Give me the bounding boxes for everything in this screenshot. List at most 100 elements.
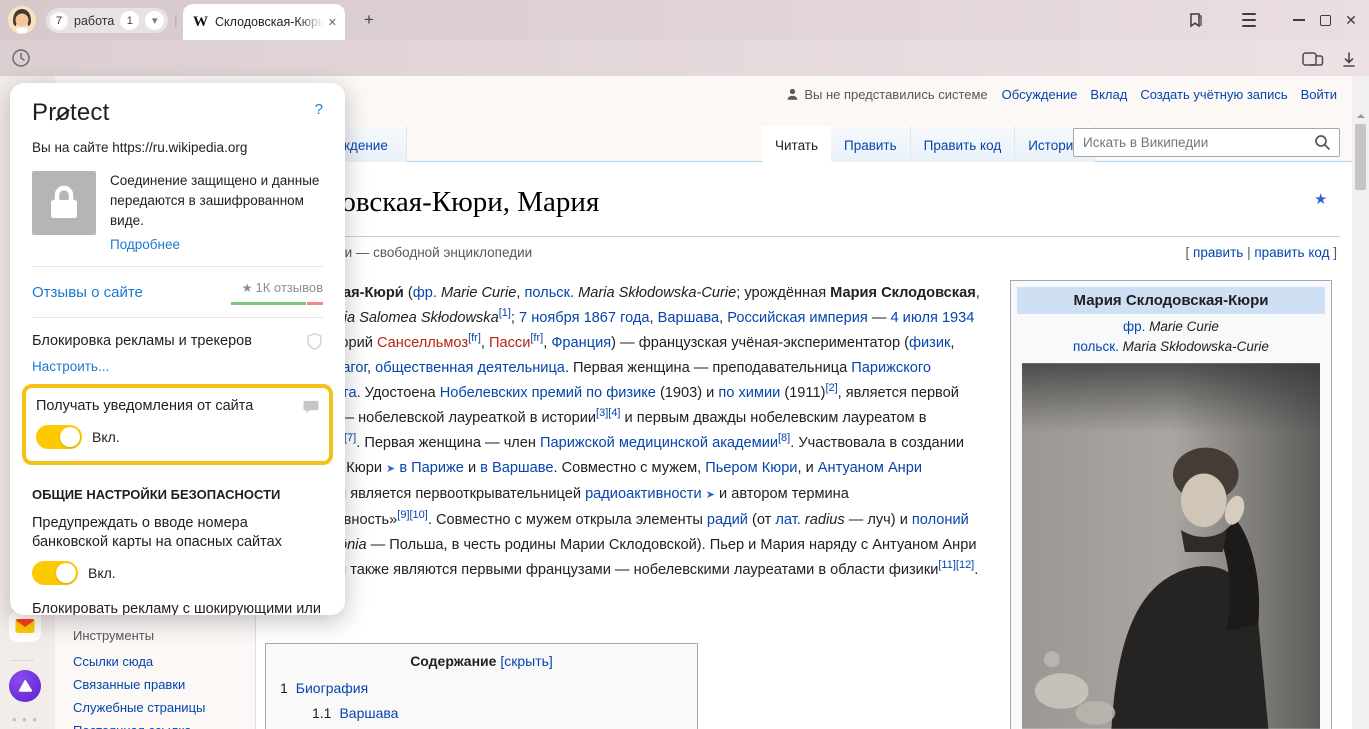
personal-link[interactable]: Войти bbox=[1301, 87, 1337, 102]
article-paragraph: Склодо́вская-Кюри́ (фр. Marie Curie, пол… bbox=[265, 281, 982, 583]
minimize-button[interactable] bbox=[1288, 9, 1310, 31]
chevron-down-icon: ▾ bbox=[152, 14, 158, 27]
reviews-summary[interactable]: ★1К отзывов bbox=[231, 279, 323, 305]
wiki-link[interactable]: Варшава bbox=[658, 310, 720, 326]
maximize-icon bbox=[1320, 15, 1331, 26]
tab-group[interactable]: 7 работа 1 ▾ bbox=[46, 8, 168, 33]
reference-link[interactable]: [1] bbox=[499, 307, 511, 319]
close-icon: ✕ bbox=[1345, 12, 1357, 29]
side-panel-button[interactable] bbox=[1300, 48, 1326, 70]
maximize-button[interactable] bbox=[1314, 9, 1336, 31]
infobox: Мария Склодовская-Кюри фр. Marie Curie п… bbox=[1010, 280, 1332, 729]
protect-title: Protect bbox=[32, 99, 109, 127]
scrollbar-thumb[interactable] bbox=[1355, 124, 1366, 190]
toc-hide-link[interactable]: [скрыть] bbox=[500, 653, 552, 669]
edit-links: [ править | править код ] bbox=[1186, 245, 1337, 260]
browser-menu-button[interactable] bbox=[1238, 9, 1260, 31]
wiki-link[interactable]: 4 июля bbox=[891, 310, 938, 326]
notifications-label: Получать уведомления от сайта bbox=[36, 397, 253, 416]
search-input[interactable] bbox=[1074, 135, 1314, 150]
title-rule bbox=[265, 236, 1340, 237]
personal-link[interactable]: Создать учётную запись bbox=[1140, 87, 1287, 102]
tab-2[interactable]: Править bbox=[831, 126, 911, 162]
bookmarks-panel-button[interactable] bbox=[1184, 9, 1206, 31]
personal-link[interactable]: Вклад bbox=[1090, 87, 1127, 102]
wiki-link[interactable]: полоний bbox=[912, 512, 969, 528]
wiki-link[interactable]: в Париже bbox=[399, 460, 464, 476]
alice-button[interactable] bbox=[9, 670, 41, 702]
wiki-link[interactable]: Парижской медицинской академии bbox=[540, 435, 778, 451]
wiki-link[interactable]: общественная деятельница bbox=[375, 360, 565, 376]
scroll-up-arrow[interactable] bbox=[1357, 110, 1365, 118]
wiki-link[interactable]: лат. bbox=[775, 512, 800, 528]
reference-link[interactable]: [fr] bbox=[468, 332, 481, 344]
play-icon[interactable]: ➤ bbox=[386, 463, 395, 475]
reference-link[interactable]: [9][10] bbox=[397, 509, 428, 521]
profile-avatar[interactable] bbox=[8, 6, 36, 34]
tab-1[interactable]: Читать bbox=[762, 126, 831, 162]
new-tab-button[interactable]: + bbox=[357, 8, 381, 32]
wiki-link[interactable]: фр. bbox=[413, 285, 437, 301]
reference-link[interactable]: [11][12] bbox=[938, 559, 974, 571]
adblock-label: Блокировка рекламы и трекеров bbox=[32, 332, 252, 351]
wiki-link[interactable]: 7 ноября bbox=[519, 310, 579, 326]
comment-icon bbox=[303, 400, 319, 414]
reference-link[interactable]: [8] bbox=[778, 432, 790, 444]
wiki-link[interactable]: по химии bbox=[718, 385, 780, 401]
reference-link[interactable]: [3][4] bbox=[596, 407, 620, 419]
red-link[interactable]: Пасси bbox=[489, 335, 530, 351]
wiki-search[interactable] bbox=[1073, 128, 1340, 157]
portrait-photo[interactable] bbox=[1022, 362, 1320, 729]
fr-label[interactable]: фр. bbox=[1123, 319, 1145, 334]
search-icon[interactable] bbox=[1314, 134, 1331, 151]
wiki-link[interactable]: Российская империя bbox=[727, 310, 868, 326]
wiki-link[interactable]: польск. bbox=[524, 285, 574, 301]
wiki-link[interactable]: в Варшаве bbox=[480, 460, 553, 476]
sidebar-link[interactable]: Постоянная ссылка bbox=[73, 723, 205, 729]
downloads-button[interactable] bbox=[1336, 48, 1362, 70]
edit-link[interactable]: править bbox=[1193, 245, 1243, 260]
play-icon[interactable]: ➤ bbox=[706, 489, 715, 501]
watch-star-icon[interactable]: ★ bbox=[1314, 190, 1327, 208]
wiki-link[interactable]: физик bbox=[909, 335, 950, 351]
reference-link[interactable]: [2] bbox=[825, 382, 837, 394]
text: (1911) bbox=[780, 385, 825, 401]
tab-3[interactable]: Править код bbox=[911, 126, 1016, 162]
sidebar-link[interactable]: Ссылки сюда bbox=[73, 654, 205, 669]
wiki-link[interactable]: Франция bbox=[551, 335, 611, 351]
rail-more-button[interactable]: • • • bbox=[12, 712, 38, 727]
person-icon bbox=[786, 88, 799, 101]
lock-icon bbox=[49, 185, 79, 221]
wiki-link[interactable]: 1867 года bbox=[584, 310, 650, 326]
wiki-link[interactable]: Нобелевских премий по физике bbox=[440, 385, 656, 401]
history-button[interactable] bbox=[10, 47, 32, 69]
close-button[interactable]: ✕ bbox=[1340, 9, 1362, 31]
active-tab[interactable]: W Склодовская-Кюри, Ма ✕ bbox=[183, 4, 345, 40]
wiki-link[interactable]: радий bbox=[707, 512, 748, 528]
wiki-link[interactable]: Пьером Кюри bbox=[705, 460, 797, 476]
wiki-link[interactable]: радиоактивности bbox=[585, 486, 702, 502]
toc-link[interactable]: Биография bbox=[296, 680, 368, 696]
page-scrollbar[interactable] bbox=[1352, 76, 1369, 729]
notifications-toggle[interactable] bbox=[36, 425, 82, 449]
reference-link[interactable]: [fr] bbox=[530, 332, 543, 344]
pl-label[interactable]: польск. bbox=[1073, 339, 1119, 354]
toc-link[interactable]: Варшава bbox=[339, 705, 398, 721]
sidebar-link[interactable]: Связанные правки bbox=[73, 677, 205, 692]
text: ; урождённая bbox=[736, 285, 830, 301]
tab-group-chevron[interactable]: ▾ bbox=[145, 11, 164, 30]
red-link[interactable]: Санселльмоз bbox=[377, 335, 468, 351]
sidebar-link[interactable]: Служебные страницы bbox=[73, 700, 205, 715]
details-link[interactable]: Подробнее bbox=[110, 237, 323, 252]
browser-window: 7 работа 1 ▾ | W Склодовская-Кюри, Ма ✕ … bbox=[0, 0, 1369, 729]
help-link[interactable]: ? bbox=[315, 101, 323, 118]
site-reviews-link[interactable]: Отзывы о сайте bbox=[32, 284, 143, 301]
edit-source-link[interactable]: править код bbox=[1254, 245, 1329, 260]
personal-links: Обсуждение Вклад Создать учётную запись Вой… bbox=[1002, 87, 1337, 102]
configure-link[interactable]: Настроить... bbox=[32, 359, 323, 374]
card-warning-toggle[interactable] bbox=[32, 561, 78, 585]
site-line: Вы на сайте https://ru.wikipedia.org bbox=[32, 140, 323, 155]
tab-close-icon[interactable]: ✕ bbox=[328, 16, 337, 29]
personal-link[interactable]: Обсуждение bbox=[1002, 87, 1078, 102]
general-security-header: ОБЩИЕ НАСТРОЙКИ БЕЗОПАСНОСТИ bbox=[32, 487, 323, 502]
